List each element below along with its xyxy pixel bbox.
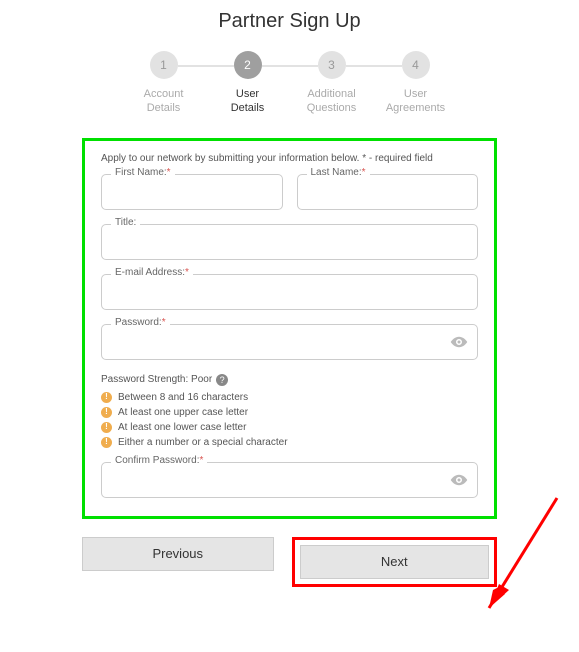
password-rule: !At least one upper case letter (101, 405, 478, 420)
step-account-details: 1 Account Details (122, 51, 206, 116)
first-name-field-wrapper: First Name:* (101, 174, 283, 210)
help-icon[interactable]: ? (216, 374, 228, 386)
password-rule: !At least one lower case letter (101, 420, 478, 435)
next-button-highlight: Next (292, 537, 498, 587)
step-user-agreements: 4 User Agreements (374, 51, 458, 116)
password-field-wrapper: Password:* (101, 324, 478, 360)
confirm-password-field-wrapper: Confirm Password:* (101, 462, 478, 498)
warning-icon: ! (101, 392, 112, 403)
eye-icon[interactable] (450, 471, 468, 489)
step-number: 4 (402, 51, 430, 79)
step-label: User Agreements (386, 87, 445, 116)
step-label: User Details (231, 87, 265, 116)
step-label: Account Details (144, 87, 184, 116)
password-input[interactable] (101, 324, 478, 360)
password-strength-row: Password Strength: Poor ? (101, 374, 478, 386)
warning-icon: ! (101, 422, 112, 433)
email-field-wrapper: E-mail Address:* (101, 274, 478, 310)
previous-button[interactable]: Previous (82, 537, 274, 571)
eye-icon[interactable] (450, 333, 468, 351)
password-rule: !Between 8 and 16 characters (101, 390, 478, 405)
password-rules-list: !Between 8 and 16 characters !At least o… (101, 390, 478, 450)
step-number: 2 (234, 51, 262, 79)
last-name-field-wrapper: Last Name:* (297, 174, 479, 210)
warning-icon: ! (101, 437, 112, 448)
next-button[interactable]: Next (300, 545, 490, 579)
first-name-label: First Name:* (111, 167, 175, 178)
form-instructions: Apply to our network by submitting your … (101, 153, 478, 164)
step-connector (178, 65, 234, 67)
last-name-label: Last Name:* (307, 167, 370, 178)
confirm-password-input[interactable] (101, 462, 478, 498)
password-rule: !Either a number or a special character (101, 435, 478, 450)
warning-icon: ! (101, 407, 112, 418)
password-strength-label: Password Strength: Poor (101, 374, 212, 385)
title-field-wrapper: Title: (101, 224, 478, 260)
step-additional-questions: 3 Additional Questions (290, 51, 374, 116)
last-name-input[interactable] (297, 174, 479, 210)
first-name-input[interactable] (101, 174, 283, 210)
confirm-password-label: Confirm Password:* (111, 455, 207, 466)
step-connector (346, 65, 402, 67)
password-label: Password:* (111, 317, 170, 328)
step-number: 3 (318, 51, 346, 79)
button-row: Previous Next (82, 537, 497, 587)
step-label: Additional Questions (307, 87, 357, 116)
title-label: Title: (111, 217, 140, 228)
email-input[interactable] (101, 274, 478, 310)
form-panel-highlight: Apply to our network by submitting your … (82, 138, 497, 519)
step-connector (262, 65, 318, 67)
title-input[interactable] (101, 224, 478, 260)
step-user-details: 2 User Details (206, 51, 290, 116)
step-number: 1 (150, 51, 178, 79)
email-label: E-mail Address:* (111, 267, 193, 278)
progress-stepper: 1 Account Details 2 User Details 3 Addit… (0, 51, 579, 116)
page-title: Partner Sign Up (0, 0, 579, 51)
